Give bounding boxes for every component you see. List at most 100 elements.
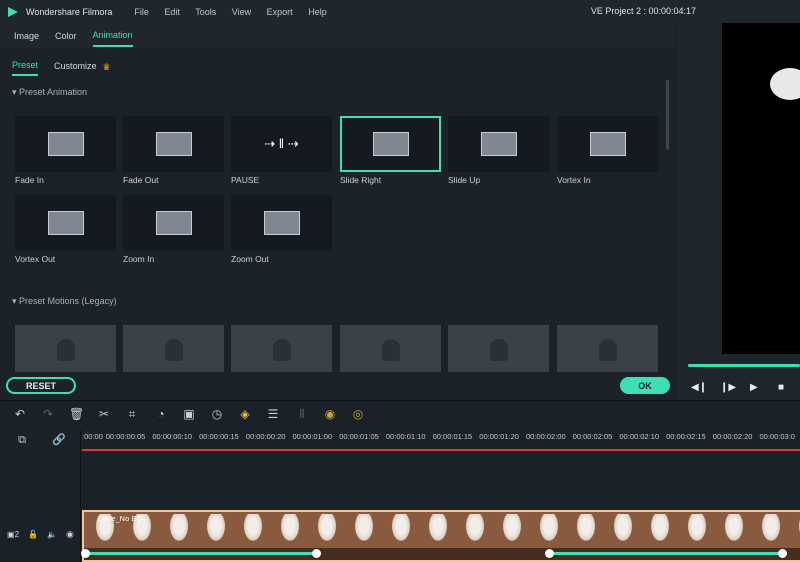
- ruler-tick-label: 00:00:02:10: [619, 432, 660, 441]
- tab-image[interactable]: Image: [14, 26, 39, 46]
- preset-thumb[interactable]: [123, 195, 224, 251]
- speed-icon[interactable]: ◷: [210, 407, 224, 421]
- redo-icon[interactable]: ↷: [41, 407, 55, 421]
- clip-frame-thumbnail: [427, 514, 449, 544]
- preset-thumb[interactable]: [557, 116, 658, 172]
- ok-button[interactable]: OK: [620, 377, 670, 394]
- clip-frame-thumbnail: [760, 514, 782, 544]
- crop-icon[interactable]: ⌗: [125, 407, 139, 421]
- scrollbar[interactable]: [666, 80, 669, 150]
- keyframe[interactable]: [312, 549, 321, 558]
- tab-color[interactable]: Color: [55, 26, 77, 46]
- preset-thumb[interactable]: [123, 116, 224, 172]
- keyframe-icon[interactable]: ◈: [238, 407, 252, 421]
- volume-icon[interactable]: 🔈: [47, 530, 57, 539]
- clip-frame-thumbnail: [649, 514, 671, 544]
- clip-frame-thumbnail: [205, 514, 227, 544]
- audio-icon[interactable]: ⦀: [295, 407, 309, 421]
- preset-label: Zoom In: [123, 254, 155, 264]
- legacy-motion-thumb[interactable]: [557, 325, 658, 373]
- tab-animation[interactable]: Animation: [92, 25, 133, 47]
- section-preset-animation[interactable]: ▾ Preset Animation: [12, 87, 87, 98]
- keyframe[interactable]: [778, 549, 787, 558]
- legacy-motion-thumb[interactable]: [123, 325, 224, 373]
- stabilize-icon[interactable]: ◎: [351, 407, 365, 421]
- lock-icon[interactable]: 🔓: [28, 530, 38, 539]
- next-frame-icon[interactable]: ❙▶: [720, 382, 736, 393]
- preset-preview-icon: [123, 116, 224, 172]
- clip-frame-thumbnail: [464, 514, 486, 544]
- preset-label: Vortex Out: [15, 254, 56, 264]
- menu-tools[interactable]: Tools: [195, 7, 216, 17]
- preset-thumb[interactable]: [448, 116, 549, 172]
- track-number: ▣2: [7, 530, 20, 539]
- cut-icon[interactable]: ✂: [97, 407, 111, 421]
- legacy-motion-thumb[interactable]: [15, 325, 116, 373]
- subtab-customize[interactable]: Customize: [54, 59, 97, 75]
- preset-thumb[interactable]: [15, 116, 116, 172]
- clip-frame-thumbnail: [168, 514, 190, 544]
- clip-frame-thumbnail: [723, 514, 745, 544]
- preset-label: Zoom Out: [231, 254, 269, 264]
- legacy-motion-thumb[interactable]: [448, 325, 549, 373]
- preset-label: Fade Out: [123, 175, 159, 185]
- preset-thumb[interactable]: [340, 116, 441, 172]
- panel-footer: [0, 372, 676, 398]
- keyframe[interactable]: [545, 549, 554, 558]
- ruler-tick-label: 00:00:02:15: [666, 432, 706, 441]
- preset-label: Slide Right: [340, 175, 382, 185]
- clip-frame-thumbnail: [242, 514, 264, 544]
- menu-view[interactable]: View: [232, 7, 251, 17]
- video-clip[interactable]: Dove_No BG: [81, 510, 800, 562]
- delete-icon[interactable]: 🗑: [69, 407, 84, 421]
- menu-help[interactable]: Help: [308, 7, 327, 17]
- ruler-tick-label: 00:00:01:15: [432, 432, 473, 441]
- ruler-tick-label: 00:00:01:05: [339, 432, 379, 441]
- keyframe[interactable]: [81, 549, 90, 558]
- track-headers: [0, 430, 81, 562]
- app-title: Wondershare Filmora: [26, 6, 113, 17]
- preset-preview-icon: ⇢ ‖ ⇢: [264, 136, 299, 151]
- adjust-icon[interactable]: ☰: [266, 407, 280, 421]
- add-track-icon[interactable]: ⧉: [15, 433, 29, 447]
- legacy-motion-thumb[interactable]: [231, 325, 332, 373]
- clip-frame-thumbnail: [575, 514, 597, 544]
- preset-label: Slide Up: [448, 175, 481, 185]
- caret-down-icon: ▾: [12, 296, 20, 306]
- color-icon[interactable]: ◔: [154, 407, 168, 421]
- clip-frame-thumbnail: [612, 514, 634, 544]
- preset-thumb[interactable]: ⇢ ‖ ⇢: [231, 116, 332, 172]
- clip-name: Dove_No BG: [98, 514, 143, 523]
- clip-frame-thumbnail: [501, 514, 523, 544]
- crown-icon: ♛: [102, 61, 111, 72]
- link-icon[interactable]: 🔗: [52, 433, 66, 447]
- preset-thumb[interactable]: [231, 195, 332, 251]
- clip-frame-thumbnail: [353, 514, 375, 544]
- reset-button[interactable]: RESET: [6, 377, 76, 394]
- playback-progress[interactable]: [688, 364, 800, 367]
- preset-label: PAUSE: [231, 175, 260, 185]
- subtab-preset[interactable]: Preset: [12, 58, 39, 76]
- green-screen-icon[interactable]: ▣: [182, 407, 196, 421]
- menu-bar: File Edit Tools View Export Help: [134, 7, 339, 17]
- ruler-tick-label: 00:00:00:20: [245, 432, 286, 441]
- subtabs: Preset Customize ♛: [12, 58, 111, 76]
- playhead-range-line: [82, 449, 800, 451]
- legacy-motion-thumb[interactable]: [340, 325, 441, 373]
- preset-preview-icon: [15, 116, 116, 172]
- menu-edit[interactable]: Edit: [164, 7, 180, 17]
- preset-label: Fade In: [15, 175, 44, 185]
- ruler-tick-label: 00:00:02:20: [712, 432, 753, 441]
- prev-frame-icon[interactable]: ◀❙: [691, 382, 707, 393]
- eye-icon[interactable]: ◉: [66, 529, 74, 540]
- stop-icon[interactable]: ■: [778, 382, 784, 393]
- ruler-tick-label: 00:00:00:10: [152, 432, 193, 441]
- undo-icon[interactable]: ↶: [13, 407, 27, 421]
- menu-file[interactable]: File: [134, 7, 149, 17]
- project-title: VE Project 2 : 00:00:04:17: [590, 6, 696, 16]
- menu-export[interactable]: Export: [267, 7, 293, 17]
- play-icon[interactable]: ▶: [750, 382, 758, 393]
- preset-thumb[interactable]: [15, 195, 116, 251]
- section-preset-motions[interactable]: ▾ Preset Motions (Legacy): [12, 296, 117, 307]
- motion-tracking-icon[interactable]: ◉: [323, 407, 337, 421]
